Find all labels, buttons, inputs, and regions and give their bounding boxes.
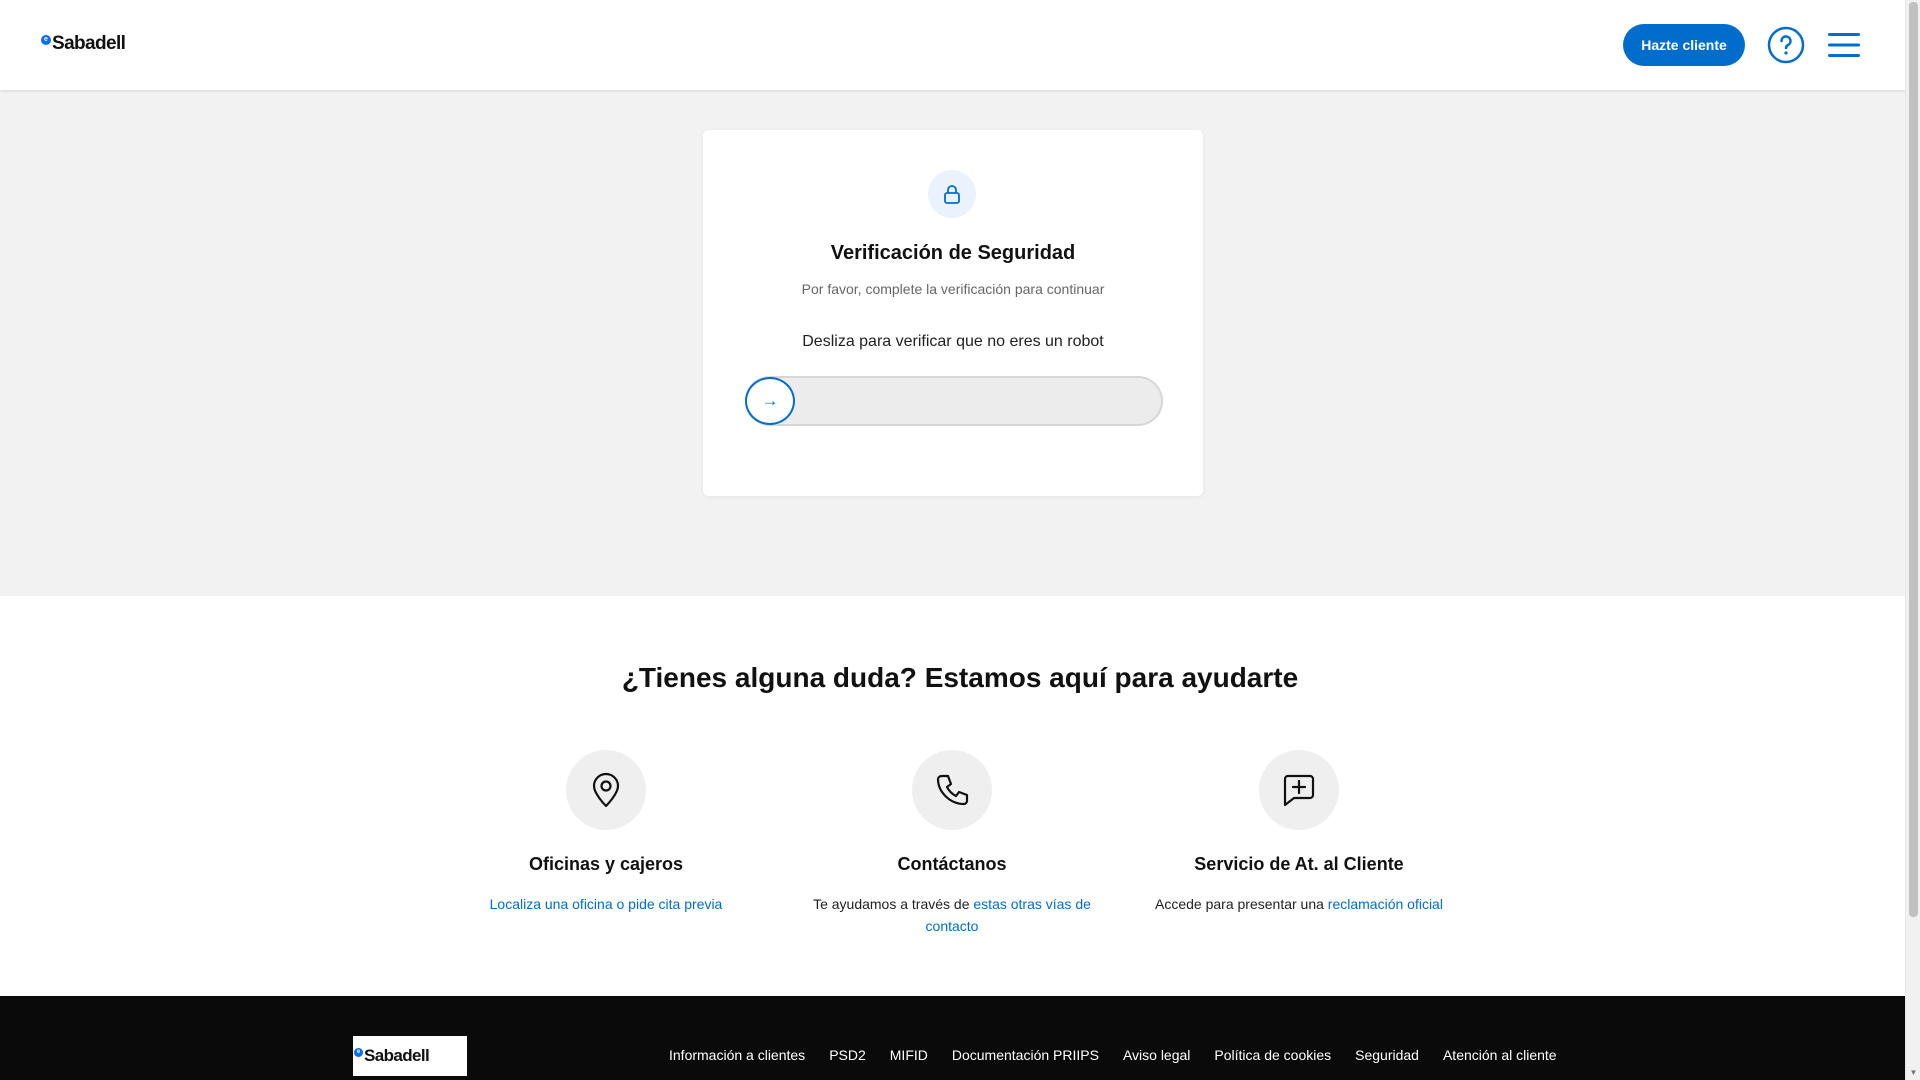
help-column-offices: Oficinas y cajeros Localiza una oficina … xyxy=(446,750,766,915)
footer-link-aviso-legal[interactable]: Aviso legal xyxy=(1123,1047,1190,1063)
footer-link-cookies[interactable]: Política de cookies xyxy=(1214,1047,1331,1063)
help-column-customer-service: Servicio de At. al Cliente Accede para p… xyxy=(1139,750,1459,915)
verification-card: Verificación de Seguridad Por favor, com… xyxy=(703,130,1203,496)
scrollbar-thumb[interactable] xyxy=(1909,2,1918,917)
footer-logo-text: Sabadell xyxy=(364,1046,430,1065)
map-pin-icon xyxy=(592,772,620,808)
logo-mark: e xyxy=(354,1047,363,1057)
verification-subtitle: Por favor, complete la verificación para… xyxy=(801,281,1105,297)
hazte-cliente-button[interactable]: Hazte cliente xyxy=(1623,24,1745,66)
verification-instruction: Desliza para verificar que no eres un ro… xyxy=(802,333,1104,350)
sabadell-logo[interactable]: e Sabadell xyxy=(41,33,126,55)
phone-icon-container xyxy=(912,750,992,830)
help-column-text-prefix: Accede para presentar una xyxy=(1155,896,1328,912)
footer-link-priips[interactable]: Documentación PRIIPS xyxy=(952,1047,1099,1063)
oficinas-link[interactable]: Localiza una oficina o pide cita previa xyxy=(490,896,723,912)
logo-mark: e xyxy=(41,35,51,45)
footer-link-psd2[interactable]: PSD2 xyxy=(829,1047,866,1063)
help-section-title: ¿Tienes alguna duda? Estamos aquí para a… xyxy=(621,662,1299,693)
phone-icon xyxy=(936,774,969,806)
help-circle-icon[interactable] xyxy=(1767,26,1805,64)
captcha-slider-track[interactable] xyxy=(745,376,1163,426)
footer-link-seguridad[interactable]: Seguridad xyxy=(1355,1047,1419,1063)
message-plus-icon xyxy=(1283,774,1315,807)
captcha-slider-handle[interactable]: → xyxy=(745,377,795,425)
help-column-contact: Contáctanos Te ayudamos a través de esta… xyxy=(792,750,1112,937)
map-pin-icon-container xyxy=(566,750,646,830)
help-column-title: Contáctanos xyxy=(897,854,1007,874)
logo-text: Sabadell xyxy=(52,33,126,54)
lock-icon xyxy=(944,185,960,204)
hamburger-menu-icon[interactable] xyxy=(1828,30,1860,60)
reclamacion-link[interactable]: reclamación oficial xyxy=(1328,896,1443,912)
message-plus-icon-container xyxy=(1259,750,1339,830)
site-footer xyxy=(0,996,1905,1080)
footer-link-mifid[interactable]: MIFID xyxy=(890,1047,928,1063)
footer-link-atencion[interactable]: Atención al cliente xyxy=(1443,1047,1557,1063)
help-column-text: Accede para presentar una reclamación of… xyxy=(1139,893,1459,915)
verification-title: Verificación de Seguridad xyxy=(830,242,1076,264)
help-column-text: Te ayudamos a través de estas otras vías… xyxy=(792,893,1112,937)
help-column-title: Servicio de At. al Cliente xyxy=(1194,854,1404,874)
help-column-text-prefix: Te ayudamos a través de xyxy=(813,896,974,912)
site-header: e Sabadell Hazte cliente xyxy=(0,0,1905,90)
help-column-text: Localiza una oficina o pide cita previa xyxy=(446,893,766,915)
scroll-down-arrow-icon[interactable]: ▼ xyxy=(1909,1068,1918,1078)
help-column-title: Oficinas y cajeros xyxy=(528,854,684,874)
footer-links: Información a clientes PSD2 MIFID Docume… xyxy=(669,1047,1557,1063)
footer-logo[interactable]: e Sabadell xyxy=(353,1036,467,1076)
page-scrollbar[interactable]: ▼ xyxy=(1905,0,1920,1080)
footer-link-informacion[interactable]: Información a clientes xyxy=(669,1047,805,1063)
lock-icon-container xyxy=(928,170,976,218)
arrow-right-icon: → xyxy=(761,391,779,410)
